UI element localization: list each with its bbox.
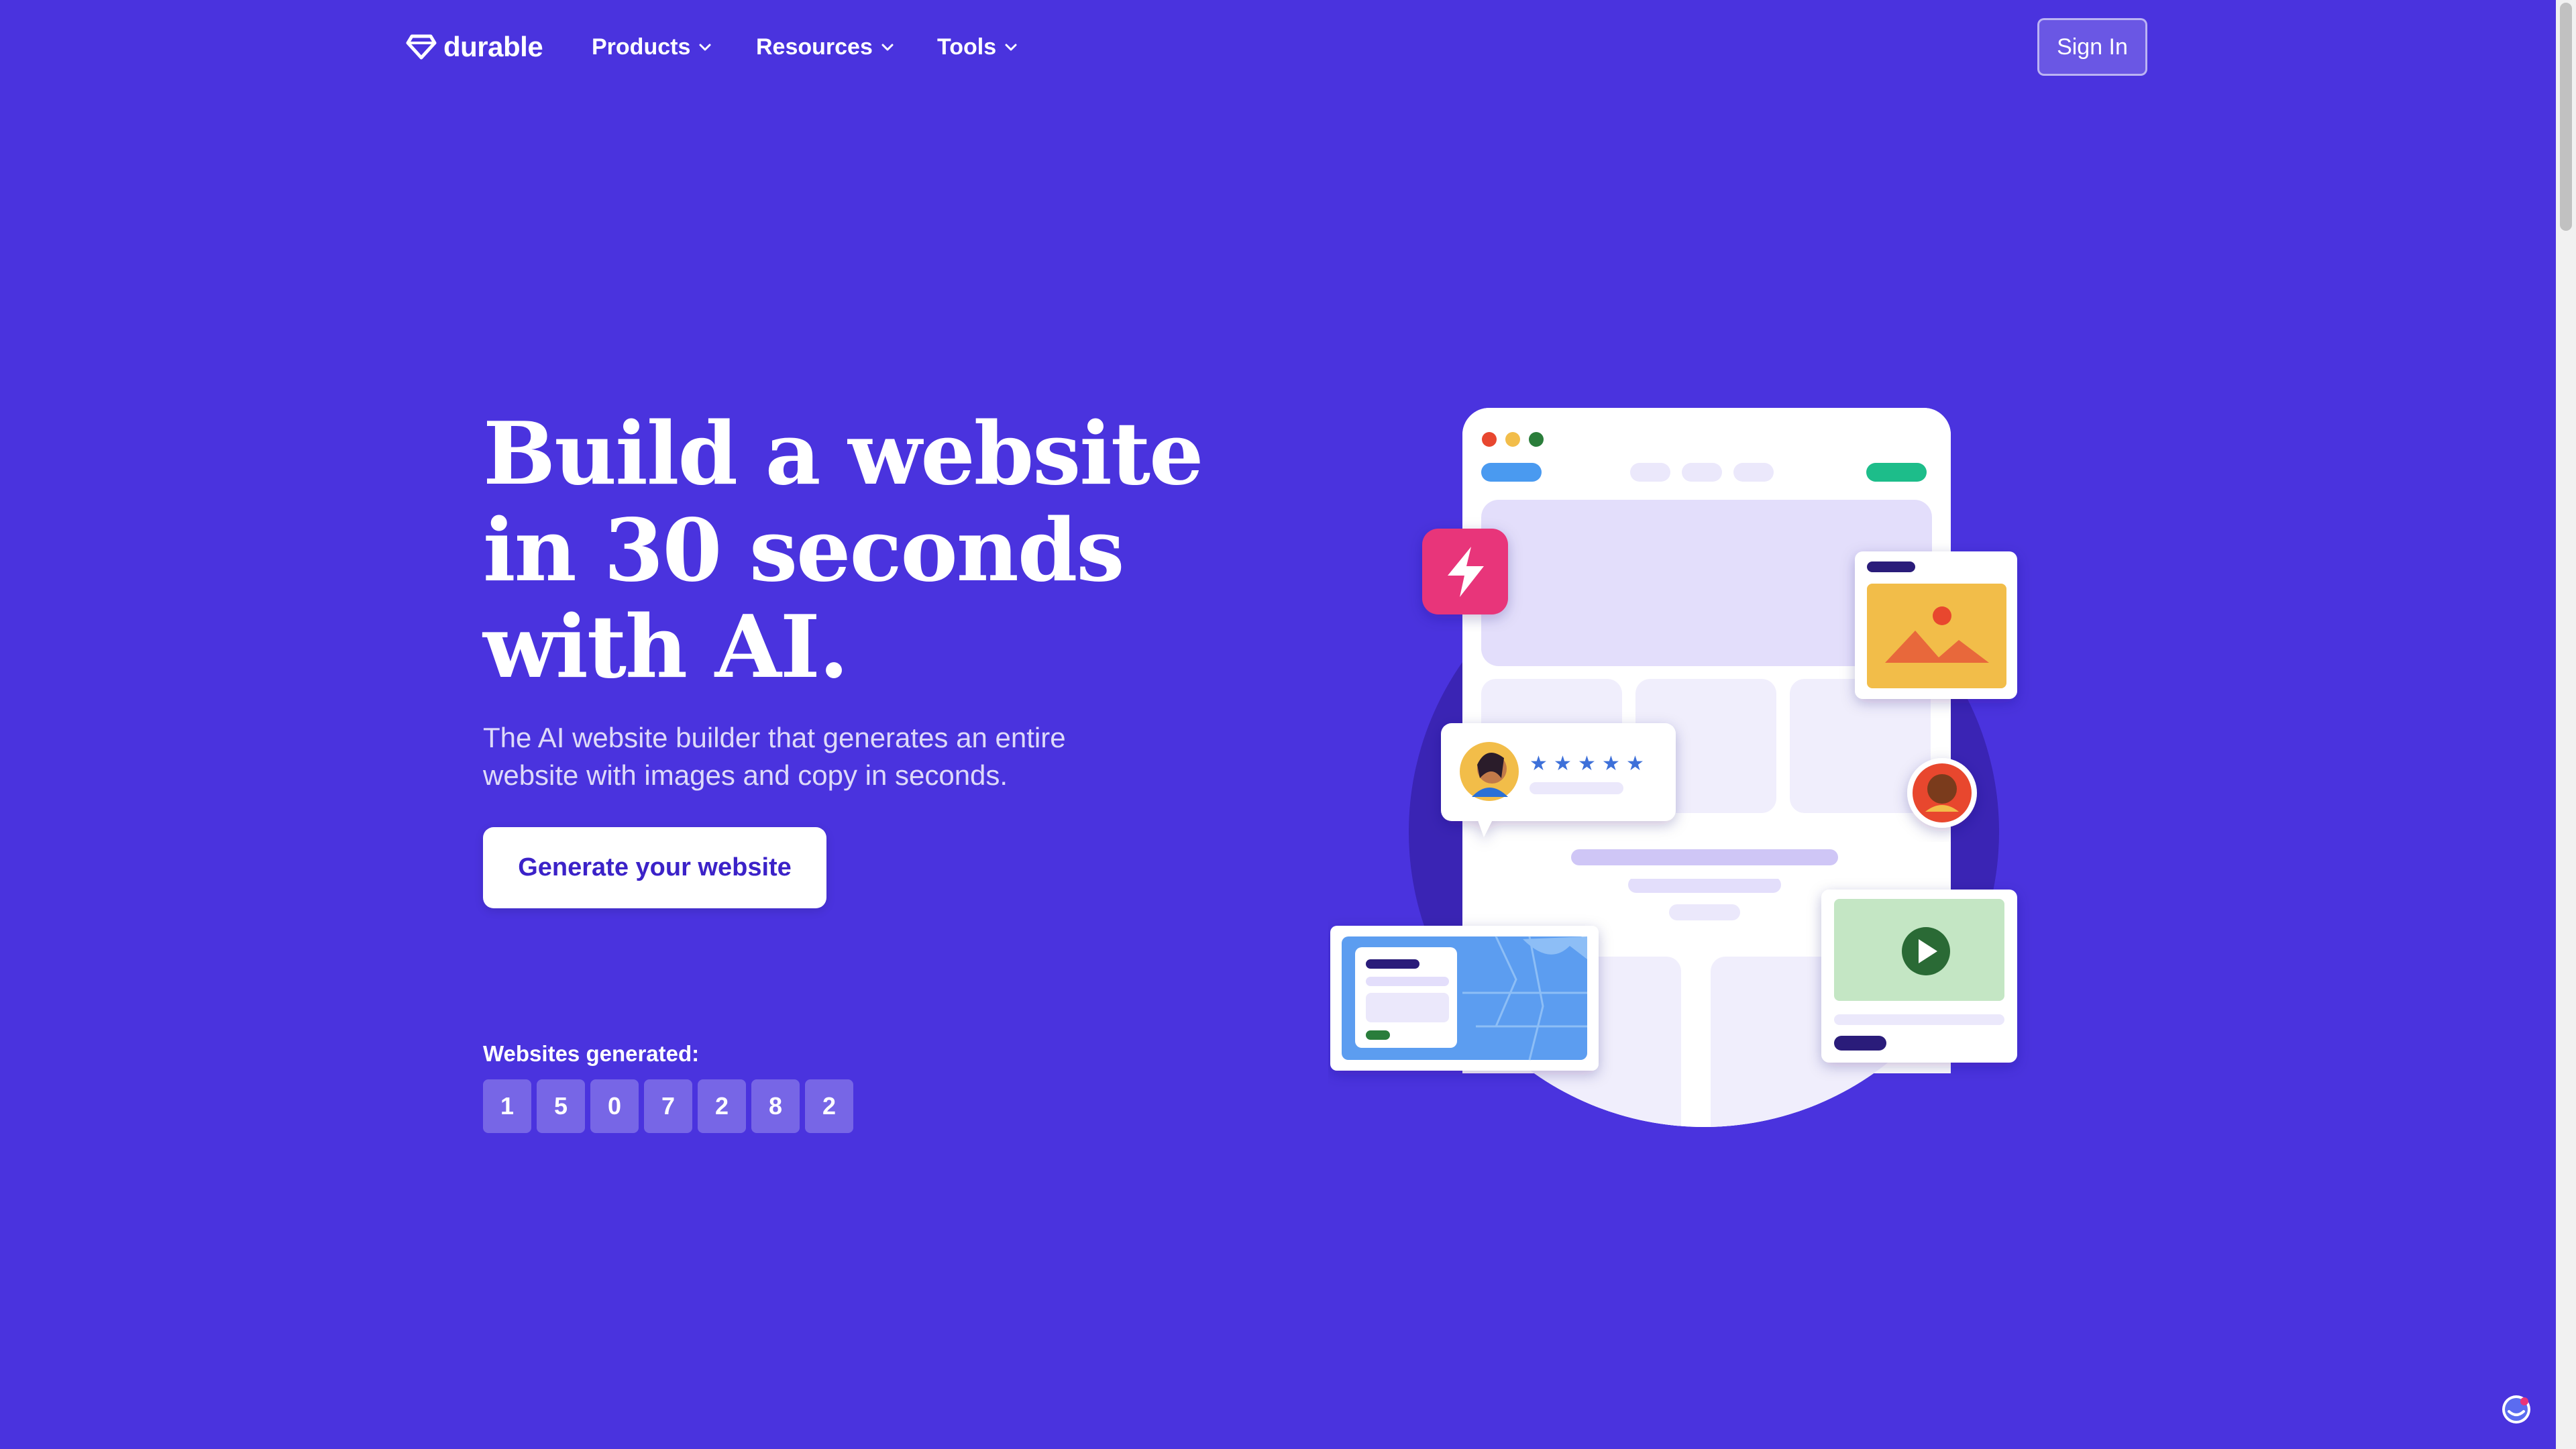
counter-digit: 5: [537, 1079, 585, 1133]
top-navigation: durable Products Resources Tools Sign In: [0, 0, 2556, 94]
hero-title: Build a website in 30 seconds with AI.: [483, 404, 1203, 698]
video-card: [1821, 890, 2017, 1063]
svg-text:★: ★: [1554, 752, 1572, 775]
star-rating: ★ ★ ★ ★ ★: [1529, 752, 1644, 775]
hero-title-line: Build a website: [483, 404, 1203, 504]
counter-digit: 7: [644, 1079, 692, 1133]
svg-text:★: ★: [1626, 752, 1644, 775]
chevron-down-icon: [699, 44, 711, 51]
support-avatar: [1907, 758, 1977, 828]
nav-item-label: Products: [592, 34, 691, 60]
svg-text:★: ★: [1578, 752, 1596, 775]
svg-text:★: ★: [1529, 752, 1548, 775]
hero-title-line: with AI.: [483, 597, 849, 698]
diamond-logo-icon: [406, 34, 437, 60]
counter-digit: 2: [698, 1079, 746, 1133]
nav-item-tools[interactable]: Tools: [937, 31, 1019, 63]
hero-title-line: in 30 seconds: [483, 500, 1124, 601]
counter-digit: 8: [751, 1079, 800, 1133]
nav-item-label: Resources: [756, 34, 873, 60]
websites-generated-counter: 1 5 0 7 2 8 2: [483, 1079, 853, 1133]
website-builder-illustration: ★ ★ ★ ★ ★: [1330, 408, 2017, 1127]
generate-website-button[interactable]: Generate your website: [483, 827, 826, 908]
scrollbar-thumb[interactable]: [2560, 3, 2572, 231]
image-card: [1855, 551, 2017, 699]
websites-generated-label: Websites generated:: [483, 1041, 700, 1066]
map-card: [1330, 926, 1599, 1071]
nav-item-products[interactable]: Products: [592, 31, 713, 63]
review-card: ★ ★ ★ ★ ★: [1441, 723, 1676, 837]
hero-subtitle: The AI website builder that generates an…: [483, 722, 1066, 791]
counter-digit: 2: [805, 1079, 853, 1133]
chevron-down-icon: [1005, 44, 1017, 51]
nav-item-resources[interactable]: Resources: [756, 31, 896, 63]
logo[interactable]: durable: [406, 31, 543, 63]
svg-text:★: ★: [1602, 752, 1620, 775]
sign-in-button[interactable]: Sign In: [2037, 18, 2147, 76]
logo-text: durable: [443, 31, 543, 62]
vertical-scrollbar[interactable]: [2556, 0, 2576, 1449]
chat-widget-icon[interactable]: [2501, 1394, 2532, 1425]
nav-item-label: Tools: [937, 34, 997, 60]
chevron-down-icon: [881, 44, 894, 51]
bolt-badge: [1422, 529, 1508, 614]
counter-digit: 0: [590, 1079, 639, 1133]
counter-digit: 1: [483, 1079, 531, 1133]
